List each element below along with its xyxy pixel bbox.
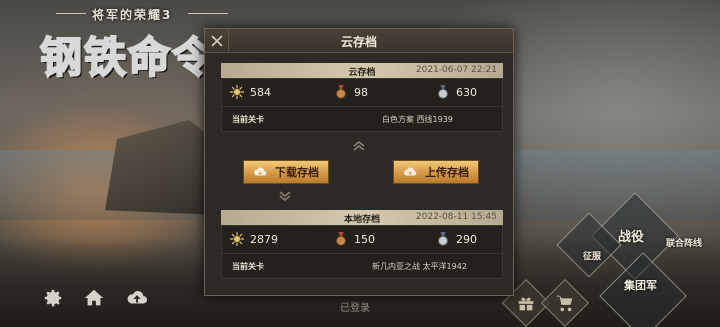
gift-icon — [518, 297, 534, 311]
local-medal-value: 2879 — [250, 232, 278, 246]
upload-save-label: 上传存档 — [425, 166, 469, 179]
dialog-title: 云存档 — [340, 35, 377, 49]
local-save-body: 2879 150 290 当前关卡 新几内亚之战 太平洋1942 — [221, 225, 503, 279]
local-save-date: 2022-08-11 15:45 — [415, 212, 497, 222]
download-save-button[interactable]: 下载存档 — [243, 160, 329, 184]
cloud-upload-icon — [403, 167, 417, 176]
campaign-label: 战役 — [618, 230, 645, 245]
local-medal-stat: 2879 — [230, 232, 278, 246]
cloud-save-date: 2021-06-07 22:21 — [415, 65, 497, 75]
local-silver-value: 290 — [456, 232, 477, 246]
download-save-label: 下载存档 — [275, 166, 319, 179]
local-save-header: 本地存档 2022-08-11 15:45 — [221, 210, 503, 225]
chevron-down-icon — [279, 191, 291, 202]
title-line-left — [56, 13, 86, 14]
local-bronze-value: 150 — [354, 232, 375, 246]
login-status: 已登录 — [340, 303, 370, 314]
army-group-label: 集团军 — [624, 279, 657, 292]
sunburst-medal-icon — [230, 85, 244, 99]
cloud-level-label: 当前关卡 — [232, 115, 264, 124]
dialog-header: 云存档 — [205, 29, 513, 53]
united-front-label[interactable]: 联合阵线 — [666, 236, 702, 249]
local-silver-stat: 290 — [436, 232, 477, 246]
cloud-silver-stat: 630 — [436, 85, 477, 99]
cloud-download-icon — [253, 167, 267, 176]
cloud-medal-value: 584 — [250, 85, 271, 99]
silver-medal-icon — [438, 232, 448, 246]
upload-save-button[interactable]: 上传存档 — [393, 160, 479, 184]
sunburst-medal-icon — [230, 232, 244, 246]
home-icon[interactable] — [83, 287, 105, 309]
game-title-logo: 钢铁命令 — [39, 32, 217, 83]
cloud-bronze-value: 98 — [354, 85, 368, 99]
gear-icon[interactable] — [42, 287, 64, 309]
silver-medal-icon — [438, 85, 448, 99]
cloud-save-header: 云存档 2021-06-07 22:21 — [221, 63, 503, 78]
game-subtitle: 将军的荣耀3 — [92, 8, 173, 22]
local-row-divider — [222, 253, 502, 254]
title-line-right — [188, 13, 228, 14]
cloud-medal-stat: 584 — [230, 85, 271, 99]
local-bronze-stat: 150 — [334, 232, 375, 246]
bronze-medal-icon — [336, 85, 346, 99]
bronze-medal-icon — [336, 232, 346, 246]
chevron-up-icon — [353, 140, 365, 151]
cloud-upload-icon[interactable] — [126, 287, 148, 309]
cloud-save-dialog: 云存档 云存档 2021-06-07 22:21 584 98 630 当前关卡… — [204, 28, 514, 296]
cloud-silver-value: 630 — [456, 85, 477, 99]
cart-icon — [556, 295, 573, 312]
cloud-save-body: 584 98 630 当前关卡 白色方案 西线1939 — [221, 78, 503, 132]
cloud-level-value: 白色方案 西线1939 — [382, 115, 453, 124]
local-level-value: 新几内亚之战 太平洋1942 — [372, 262, 467, 271]
cloud-row-divider — [222, 106, 502, 107]
cloud-bronze-stat: 98 — [334, 85, 368, 99]
conquest-label: 征服 — [583, 252, 602, 262]
local-level-label: 当前关卡 — [232, 262, 264, 271]
